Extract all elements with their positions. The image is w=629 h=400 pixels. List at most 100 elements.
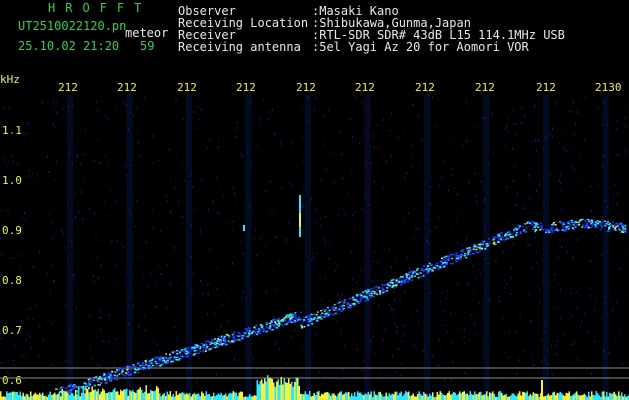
signal-pixel <box>118 373 121 375</box>
signal-pixel <box>197 347 200 349</box>
noise-speck <box>545 136 547 139</box>
noise-bar <box>288 378 290 400</box>
noise-speck <box>340 332 342 335</box>
signal-pixel <box>356 300 359 302</box>
signal-pixel <box>328 309 331 312</box>
signal-pixel <box>359 300 362 303</box>
noise-bar <box>331 393 333 400</box>
noise-bar <box>439 391 441 400</box>
signal-pixel <box>168 353 171 356</box>
noise-speck <box>48 212 50 215</box>
noise-speck <box>8 373 10 376</box>
noise-speck <box>97 276 99 279</box>
noise-speck <box>114 364 116 367</box>
noise-speck <box>467 281 469 284</box>
signal-pixel <box>229 341 232 344</box>
noise-speck <box>186 194 188 197</box>
signal-pixel <box>621 224 624 226</box>
signal-pixel <box>581 218 584 221</box>
noise-speck <box>468 283 470 286</box>
signal-pixel <box>284 316 287 319</box>
signal-pixel <box>207 348 210 350</box>
noise-bar <box>436 392 438 400</box>
noise-bar <box>25 393 27 400</box>
noise-speck <box>128 322 130 325</box>
noise-speck <box>0 362 2 365</box>
signal-pixel <box>265 323 268 326</box>
noise-speck <box>540 339 542 342</box>
signal-pixel <box>105 375 108 378</box>
noise-bar <box>175 391 177 400</box>
noise-speck <box>491 338 493 341</box>
signal-pixel <box>202 351 205 353</box>
antenna-label: Receiving antenna <box>178 40 301 54</box>
signal-pixel <box>443 265 446 268</box>
noise-bar <box>70 392 72 400</box>
noise-speck <box>253 227 255 230</box>
noise-speck <box>13 363 15 366</box>
noise-bar <box>352 396 354 400</box>
noise-speck <box>217 212 219 215</box>
noise-bar <box>570 395 572 400</box>
carrier-signal-trace <box>55 195 627 400</box>
noise-speck <box>528 197 530 200</box>
signal-pixel <box>540 224 543 227</box>
noise-bar <box>205 391 207 400</box>
noise-bar <box>493 393 495 400</box>
noise-speck <box>253 238 255 241</box>
signal-pixel <box>602 220 605 222</box>
noise-speck <box>372 325 374 328</box>
signal-pixel <box>516 228 519 230</box>
noise-speck <box>355 287 357 290</box>
noise-speck <box>247 152 249 155</box>
noise-speck <box>399 374 401 377</box>
noise-speck <box>435 226 437 229</box>
signal-pixel <box>253 326 256 329</box>
noise-speck <box>391 171 393 174</box>
signal-pixel <box>352 296 355 299</box>
noise-speck <box>468 181 470 184</box>
noise-bar <box>597 393 599 400</box>
signal-pixel <box>166 359 169 362</box>
signal-pixel <box>354 300 357 302</box>
noise-speck <box>216 373 218 376</box>
signal-pixel <box>385 284 388 286</box>
noise-speck <box>350 172 352 175</box>
noise-bar <box>457 393 459 400</box>
noise-bar <box>543 396 545 400</box>
minute-column <box>126 95 133 400</box>
signal-pixel <box>206 346 209 348</box>
noise-speck <box>463 329 465 332</box>
noise-speck <box>221 303 223 306</box>
noise-speck <box>483 116 485 119</box>
signal-pixel <box>85 384 88 386</box>
noise-speck <box>108 314 110 317</box>
signal-pixel <box>526 222 529 224</box>
noise-bar <box>588 391 590 400</box>
noise-bar <box>477 394 479 400</box>
noise-speck <box>115 337 117 340</box>
noise-speck <box>242 252 244 255</box>
signal-pixel <box>271 328 274 331</box>
noise-bar <box>522 391 524 400</box>
signal-pixel <box>472 248 475 250</box>
noise-speck <box>377 261 379 264</box>
signal-pixel <box>423 265 426 267</box>
noise-bar <box>52 394 54 400</box>
signal-pixel <box>521 225 524 228</box>
signal-pixel <box>459 258 462 260</box>
signal-pixel <box>438 268 441 270</box>
noise-bar <box>504 394 506 400</box>
signal-pixel <box>316 319 319 322</box>
noise-speck <box>194 127 196 130</box>
noise-speck <box>75 306 77 309</box>
noise-speck <box>517 193 519 196</box>
signal-pixel <box>148 362 151 365</box>
signal-pixel <box>62 386 65 388</box>
noise-bar <box>54 392 56 400</box>
noise-bar <box>426 394 428 400</box>
signal-pixel <box>130 366 133 369</box>
noise-speck <box>372 134 374 137</box>
noise-bar <box>298 386 300 400</box>
noise-speck <box>256 145 258 148</box>
